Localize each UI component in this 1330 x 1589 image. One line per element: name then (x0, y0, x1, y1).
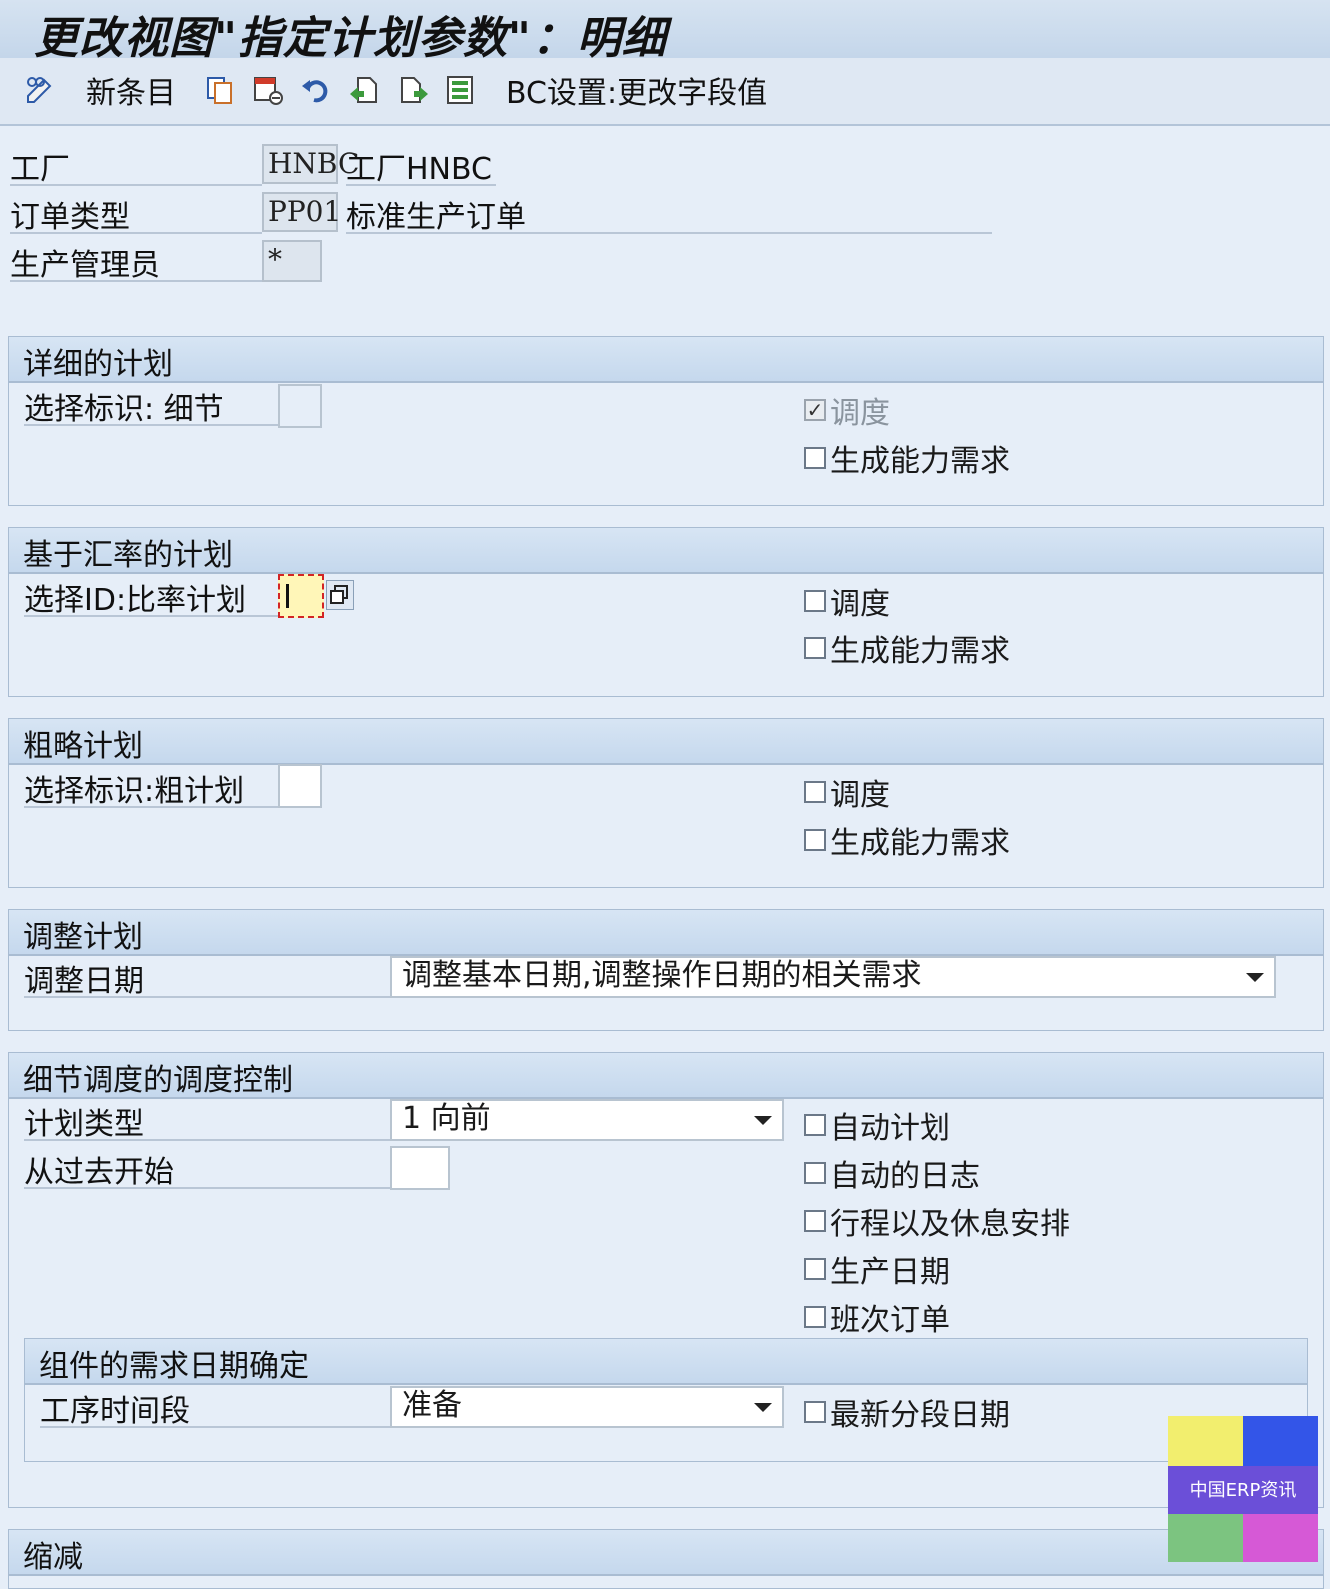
operation-segment-label: 工序时间段 (40, 1386, 390, 1429)
bc-set-change-button[interactable]: BC设置:更改字段值 (506, 72, 767, 111)
auto-schedule-checkbox[interactable]: 自动计划 (804, 1103, 950, 1147)
rough-scheduling-label: 调度 (830, 778, 890, 813)
scheduling-type-dropdown[interactable]: 1 向前 (390, 1099, 784, 1141)
bc-set-label: BC设置:更改字段值 (506, 76, 768, 111)
new-entries-label: 新条目 (86, 76, 176, 111)
text-cursor (286, 584, 289, 608)
detailed-select-label: 选择标识: 细节 (24, 384, 278, 427)
delete-icon (254, 77, 283, 105)
start-in-past-input[interactable] (390, 1146, 450, 1190)
component-requirements-title: 组件的需求日期确定 (39, 1349, 309, 1384)
rough-capacity-label: 生成能力需求 (830, 826, 1010, 861)
shift-order-label: 班次订单 (830, 1303, 950, 1338)
adjust-date-value: 调整基本日期,调整操作日期的相关需求 (402, 958, 922, 993)
plant-field: HNBC (262, 144, 359, 184)
checkmark-icon: ✓ (804, 399, 826, 421)
undo-button[interactable] (300, 72, 332, 108)
value-help-icon (330, 585, 348, 604)
order-type-label: 订单类型 (10, 192, 262, 235)
rough-select-input[interactable] (278, 764, 322, 808)
rate-scheduling-label: 调度 (830, 587, 890, 622)
previous-entry-icon (350, 77, 377, 103)
operation-segment-value: 准备 (402, 1388, 462, 1423)
start-in-past-label: 从过去开始 (24, 1147, 390, 1190)
rate-capacity-label: 生成能力需求 (830, 634, 1010, 669)
rate-scheduling-checkbox[interactable]: 调度 (804, 579, 890, 623)
rough-cut-title: 粗略计划 (23, 729, 143, 764)
scheduling-type-label: 计划类型 (24, 1099, 390, 1142)
delete-button[interactable] (252, 72, 284, 108)
window-title: 更改视图"指定计划参数"：明细 (34, 13, 667, 64)
application-toolbar: 新条目 BC设置:更改字段值 (0, 58, 1330, 126)
production-date-label: 生产日期 (830, 1255, 950, 1290)
plant-description: 工厂HNBC (346, 144, 496, 187)
chevron-down-icon (754, 1403, 772, 1412)
value-help-button[interactable] (326, 580, 354, 610)
select-all-icon (447, 76, 473, 104)
rough-capacity-checkbox[interactable]: 生成能力需求 (804, 818, 1010, 862)
select-all-button[interactable] (444, 72, 476, 108)
next-entry-button[interactable] (398, 72, 430, 108)
copy-button[interactable] (204, 72, 236, 108)
copy-icon (207, 77, 232, 104)
auto-schedule-label: 自动计划 (830, 1111, 950, 1146)
adjust-date-label: 调整日期 (24, 956, 390, 999)
plant-label: 工厂 (10, 144, 262, 187)
auto-log-label: 自动的日志 (830, 1159, 980, 1194)
detailed-scheduling-label: 调度 (830, 396, 890, 431)
reduction-title: 缩减 (23, 1540, 83, 1575)
breaks-checkbox[interactable]: 行程以及休息安排 (804, 1199, 1070, 1243)
title-bar: 更改视图"指定计划参数"：明细 (0, 0, 1330, 64)
rough-scheduling-checkbox[interactable]: 调度 (804, 770, 890, 814)
production-scheduler-field: * (262, 240, 322, 282)
detailed-planning-title: 详细的计划 (23, 347, 173, 382)
scheduling-type-value: 1 向前 (402, 1101, 491, 1136)
detailed-capacity-label: 生成能力需求 (830, 444, 1010, 479)
order-type-description: 标准生产订单 (346, 192, 992, 235)
adjust-date-dropdown[interactable]: 调整基本日期,调整操作日期的相关需求 (390, 956, 1276, 998)
previous-entry-button[interactable] (348, 72, 380, 108)
latest-segment-date-label: 最新分段日期 (830, 1398, 1010, 1433)
watermark-text: 中国ERP资讯 (1189, 1480, 1297, 1501)
order-type-field: PP01 (262, 192, 341, 232)
rate-select-input[interactable] (278, 574, 324, 618)
rate-capacity-checkbox[interactable]: 生成能力需求 (804, 626, 1010, 670)
next-entry-icon (401, 77, 428, 103)
new-entries-button[interactable]: 新条目 (86, 72, 176, 111)
adjust-title: 调整计划 (23, 920, 143, 955)
rate-select-label: 选择ID:比率计划 (24, 575, 278, 618)
shift-order-checkbox[interactable]: 班次订单 (804, 1295, 950, 1339)
undo-icon (302, 80, 328, 103)
rate-based-title: 基于汇率的计划 (23, 538, 233, 573)
detailed-scheduling-checkbox: ✓ 调度 (804, 388, 890, 432)
detailed-capacity-checkbox[interactable]: 生成能力需求 (804, 436, 1010, 480)
auto-log-checkbox[interactable]: 自动的日志 (804, 1151, 980, 1195)
watermark-logo: 中国ERP资讯 (1168, 1416, 1318, 1562)
display-change-button[interactable] (24, 72, 56, 108)
display-change-icon (27, 77, 52, 103)
rough-select-label: 选择标识:粗计划 (24, 766, 278, 809)
latest-segment-date-checkbox[interactable]: 最新分段日期 (804, 1390, 1010, 1434)
reduction-group: 缩减 (8, 1529, 1324, 1589)
breaks-label: 行程以及休息安排 (830, 1207, 1070, 1242)
detailed-select-input (278, 384, 322, 428)
chevron-down-icon (1246, 973, 1264, 982)
scheduling-control-title: 细节调度的调度控制 (23, 1063, 293, 1098)
operation-segment-dropdown[interactable]: 准备 (390, 1386, 784, 1428)
chevron-down-icon (754, 1116, 772, 1125)
production-scheduler-label: 生产管理员 (10, 240, 262, 283)
production-date-checkbox[interactable]: 生产日期 (804, 1247, 950, 1291)
